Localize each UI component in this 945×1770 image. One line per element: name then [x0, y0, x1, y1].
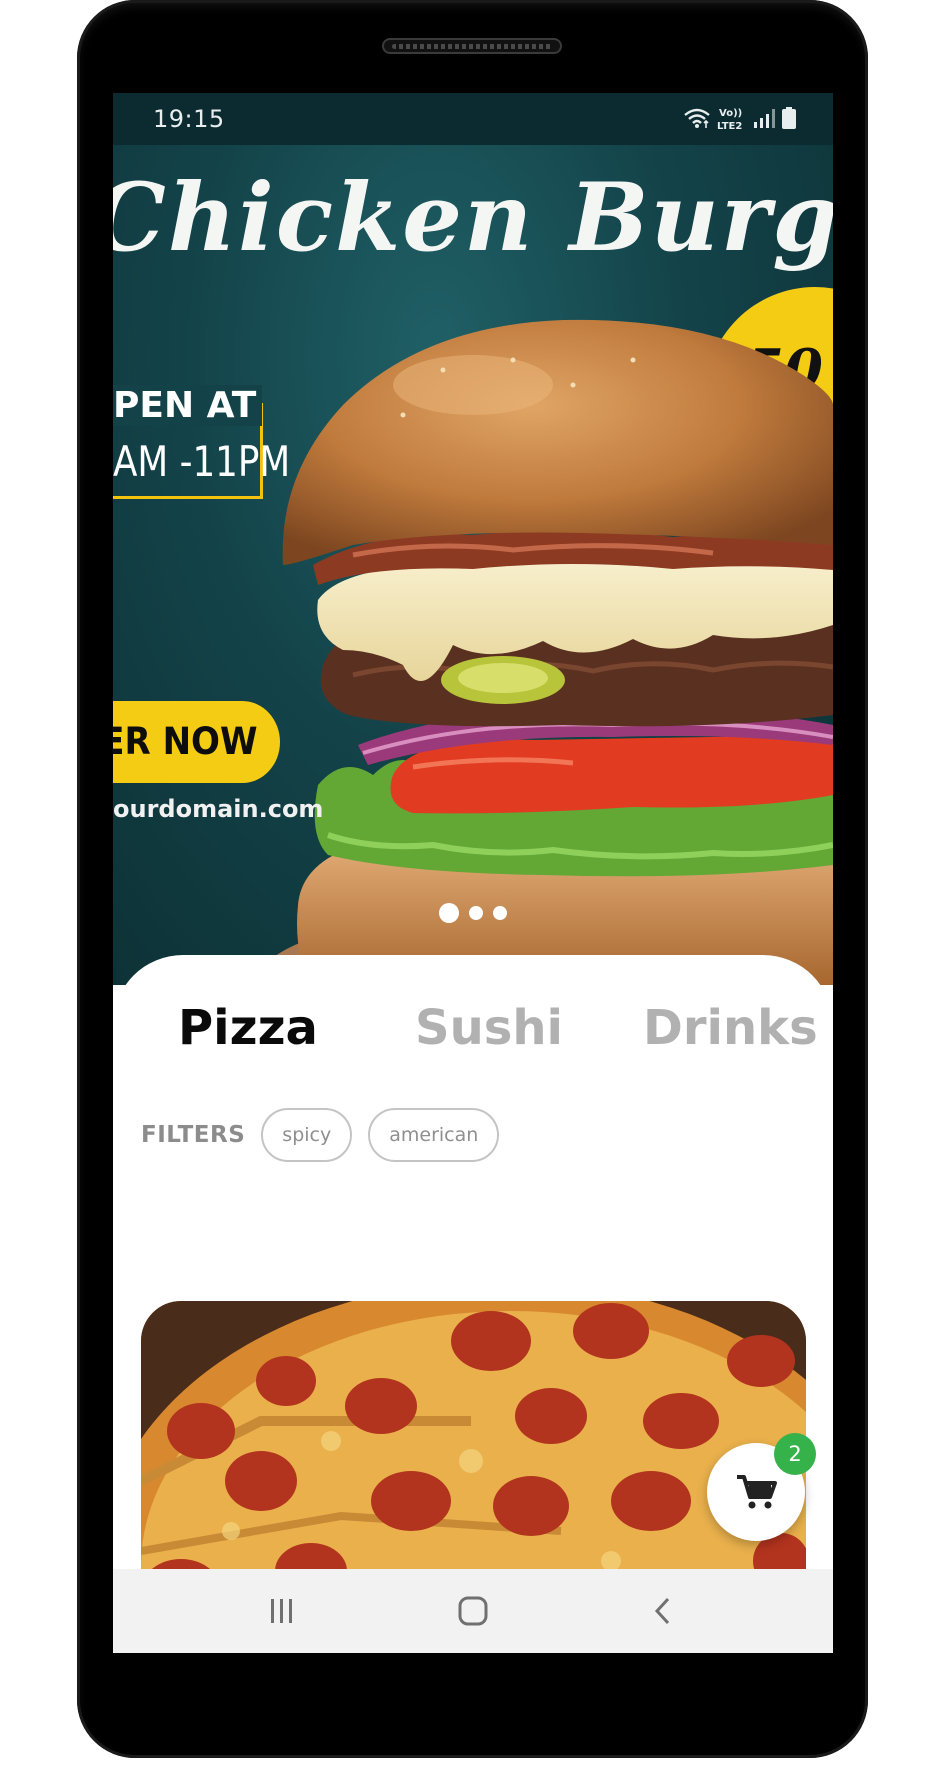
filter-chip-american[interactable]: american — [368, 1108, 500, 1162]
svg-text:Vo)): Vo)) — [719, 108, 742, 119]
status-bar: 19:15 Vo)) LTE2 — [113, 93, 833, 145]
filter-chip-spicy[interactable]: spicy — [261, 1108, 353, 1162]
category-tabs: Pizza Sushi Drinks — [113, 993, 833, 1063]
battery-icon — [782, 107, 796, 129]
app-screen: 19:15 Vo)) LTE2 Chicken Bur PEN AT AM -1… — [113, 93, 833, 1653]
status-icons: Vo)) LTE2 — [683, 105, 797, 131]
tab-sushi[interactable]: Sushi — [415, 993, 563, 1063]
back-icon — [654, 1597, 670, 1625]
carousel-dot-3[interactable] — [493, 906, 507, 920]
promo-banner[interactable]: Chicken Burger 50 OF PEN AT AM -11PM — [113, 145, 833, 985]
carousel-indicator — [113, 903, 833, 923]
status-time: 19:15 — [153, 105, 225, 133]
banner-website: ourdomain.com — [113, 795, 324, 823]
recent-apps-icon — [271, 1599, 292, 1623]
filters-label: FILTERS — [141, 1122, 246, 1148]
filters-row: FILTERS spicy american — [141, 1107, 500, 1163]
volte-icon: Vo)) LTE2 — [717, 108, 742, 131]
carousel-dot-1[interactable] — [439, 903, 459, 923]
menu-sheet: Pizza Sushi Drinks FILTERS spicy america… — [113, 955, 833, 1653]
system-nav-bar — [113, 1569, 833, 1653]
recent-apps-button[interactable] — [242, 1569, 322, 1653]
burger-image — [263, 319, 833, 985]
signal-icon — [754, 109, 775, 128]
phone-speaker — [382, 38, 562, 54]
home-icon — [458, 1596, 488, 1626]
home-button[interactable] — [433, 1569, 513, 1653]
back-button[interactable] — [623, 1569, 703, 1653]
order-now-button[interactable]: DER NOW — [113, 701, 280, 783]
tab-drinks[interactable]: Drinks — [643, 993, 818, 1063]
cart-count-badge: 2 — [774, 1433, 816, 1475]
wifi-icon — [684, 108, 710, 128]
tab-pizza[interactable]: Pizza — [178, 993, 318, 1063]
carousel-dot-2[interactable] — [469, 906, 483, 920]
svg-text:LTE2: LTE2 — [717, 121, 742, 131]
